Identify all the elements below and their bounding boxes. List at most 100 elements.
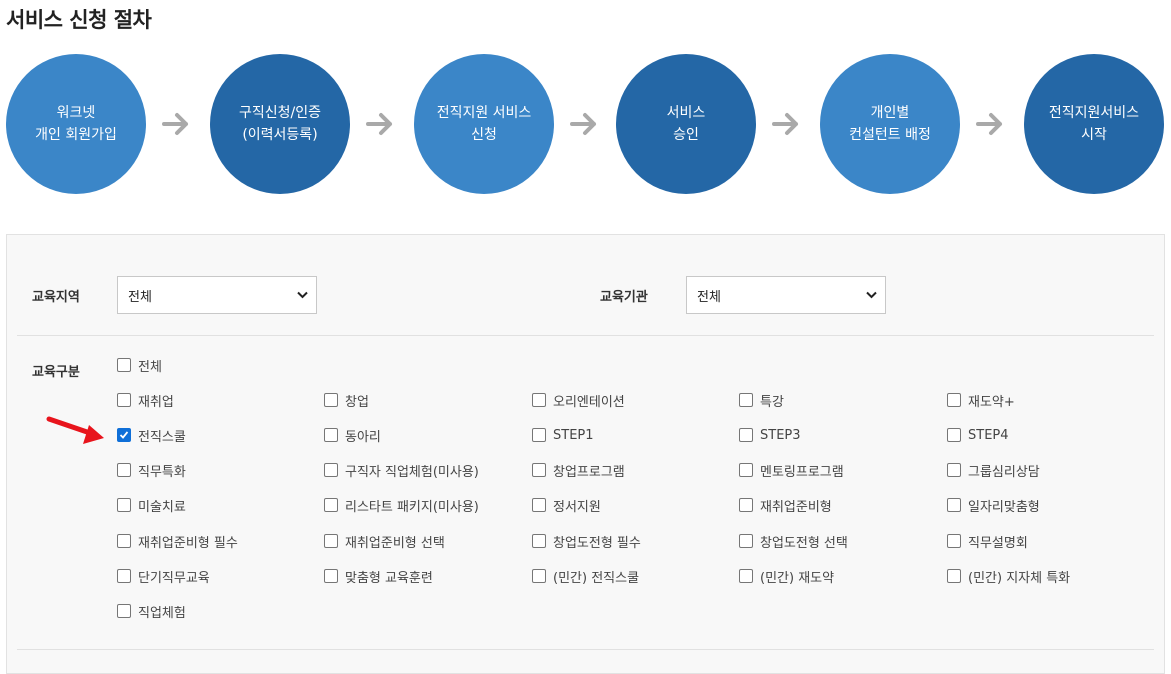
checkbox-label: 미술치료 [138, 499, 186, 515]
category-checkbox[interactable]: 창업도전형 선택 [739, 531, 848, 551]
chevron-down-icon [297, 291, 308, 299]
checkbox-box[interactable] [739, 569, 753, 583]
checkbox-box[interactable] [947, 463, 961, 477]
institution-select[interactable]: 전체 [686, 276, 886, 314]
category-checkbox[interactable]: 직무설명회 [947, 531, 1028, 551]
category-checkbox[interactable]: 재도약+ [947, 390, 1015, 410]
checkbox-label: 그룹심리상담 [968, 464, 1040, 480]
arrow-right-icon [366, 113, 392, 135]
checkbox-label: 직업체험 [138, 605, 186, 621]
checkbox-label: 재취업준비형 [760, 499, 832, 515]
process-step: 전직지원 서비스 신청 [414, 54, 554, 194]
category-checkbox[interactable]: 특강 [739, 390, 784, 410]
category-checkbox[interactable]: 일자리맞춤형 [947, 495, 1040, 515]
checkbox-label: 특강 [760, 394, 784, 410]
checkbox-box[interactable] [117, 498, 131, 512]
checkbox-box[interactable] [117, 569, 131, 583]
arrow-right-icon [772, 113, 798, 135]
category-checkbox[interactable]: 리스타트 패키지(미사용) [324, 495, 479, 515]
checkbox-box[interactable] [324, 498, 338, 512]
checkbox-box[interactable] [324, 428, 338, 442]
checkbox-box[interactable] [739, 428, 753, 442]
checkbox-box[interactable] [739, 393, 753, 407]
category-checkbox[interactable]: 창업도전형 필수 [532, 531, 641, 551]
category-checkbox[interactable]: (민간) 재도약 [739, 566, 834, 586]
checkbox-box[interactable] [532, 463, 546, 477]
checkbox-box[interactable] [117, 534, 131, 548]
checkbox-label: 오리엔테이션 [553, 394, 625, 410]
checkbox-box[interactable] [117, 393, 131, 407]
arrow-right-icon [570, 113, 596, 135]
category-checkbox[interactable]: 창업프로그램 [532, 460, 625, 480]
category-all-checkbox[interactable]: 전체 [117, 355, 162, 375]
checkbox-label: (민간) 전직스쿨 [553, 570, 640, 586]
checkbox-label: 전체 [138, 359, 162, 375]
checkbox-box[interactable] [532, 534, 546, 548]
checkbox-box[interactable] [947, 534, 961, 548]
checkbox-box[interactable] [324, 463, 338, 477]
category-checkbox[interactable]: STEP3 [739, 425, 801, 445]
checkbox-label: 단기직무교육 [138, 570, 210, 586]
category-checkbox[interactable]: 정서지원 [532, 495, 601, 515]
category-checkbox[interactable]: 그룹심리상담 [947, 460, 1040, 480]
checkbox-box[interactable] [947, 569, 961, 583]
category-checkbox[interactable]: 재취업준비형 [739, 495, 832, 515]
checkbox-box[interactable] [117, 463, 131, 477]
checkbox-box[interactable] [532, 569, 546, 583]
category-checkbox[interactable]: 미술치료 [117, 495, 186, 515]
checkbox-label: 직무설명회 [968, 535, 1028, 551]
category-checkbox[interactable]: 재취업준비형 선택 [324, 531, 445, 551]
category-checkbox[interactable]: STEP4 [947, 425, 1009, 445]
checkbox-box[interactable] [532, 428, 546, 442]
filter-divider [17, 335, 1154, 336]
category-checkbox[interactable]: 동아리 [324, 425, 381, 445]
checkbox-box[interactable] [739, 463, 753, 477]
institution-select-value: 전체 [697, 289, 721, 305]
checkbox-box[interactable] [117, 428, 131, 442]
checkbox-label: 재취업준비형 필수 [138, 535, 238, 551]
process-step-label: 서비스 승인 [666, 105, 706, 143]
category-checkbox[interactable]: 재취업준비형 필수 [117, 531, 238, 551]
checkbox-label: 직무특화 [138, 464, 186, 480]
checkbox-label: 구직자 직업체험(미사용) [345, 464, 479, 480]
process-step-label: 워크넷 개인 회원가입 [35, 105, 117, 143]
process-step: 서비스 승인 [616, 54, 756, 194]
checkbox-box[interactable] [947, 498, 961, 512]
region-select-value: 전체 [128, 289, 152, 305]
checkbox-box[interactable] [117, 358, 131, 372]
checkbox-label: (민간) 재도약 [760, 570, 835, 586]
category-checkbox[interactable]: 구직자 직업체험(미사용) [324, 460, 479, 480]
region-select[interactable]: 전체 [117, 276, 317, 314]
checkbox-box[interactable] [739, 534, 753, 548]
checkbox-label: 재취업 [138, 394, 174, 410]
checkbox-box[interactable] [324, 569, 338, 583]
checkbox-box[interactable] [532, 498, 546, 512]
category-checkbox[interactable]: (민간) 전직스쿨 [532, 566, 639, 586]
checkbox-box[interactable] [532, 393, 546, 407]
category-checkbox[interactable]: 맞춤형 교육훈련 [324, 566, 433, 586]
checkbox-label: (민간) 지자체 특화 [968, 570, 1071, 586]
category-checkbox[interactable]: 재취업 [117, 390, 174, 410]
category-label: 교육구분 [32, 365, 80, 380]
category-checkbox[interactable]: 창업 [324, 390, 369, 410]
category-checkbox[interactable]: STEP1 [532, 425, 594, 445]
category-checkbox[interactable]: 직무특화 [117, 460, 186, 480]
category-checkbox[interactable]: 멘토링프로그램 [739, 460, 844, 480]
category-checkbox[interactable]: 직업체험 [117, 601, 186, 621]
category-checkbox[interactable]: (민간) 지자체 특화 [947, 566, 1070, 586]
checkbox-box[interactable] [324, 534, 338, 548]
checkbox-box[interactable] [739, 498, 753, 512]
checkbox-box[interactable] [324, 393, 338, 407]
checkbox-box[interactable] [947, 393, 961, 407]
category-checkbox[interactable]: 단기직무교육 [117, 566, 210, 586]
checkbox-box[interactable] [947, 428, 961, 442]
arrow-right-icon [976, 113, 1002, 135]
category-checkbox[interactable]: 전직스쿨 [117, 425, 186, 445]
checkbox-label: STEP3 [760, 427, 801, 443]
process-step: 구직신청/인증 (이력서등록) [210, 54, 350, 194]
checkbox-box[interactable] [117, 604, 131, 618]
page-title: 서비스 신청 절차 [6, 8, 152, 32]
checkbox-label: 재취업준비형 선택 [345, 535, 445, 551]
category-checkbox[interactable]: 오리엔테이션 [532, 390, 625, 410]
checkbox-label: 동아리 [345, 429, 381, 445]
